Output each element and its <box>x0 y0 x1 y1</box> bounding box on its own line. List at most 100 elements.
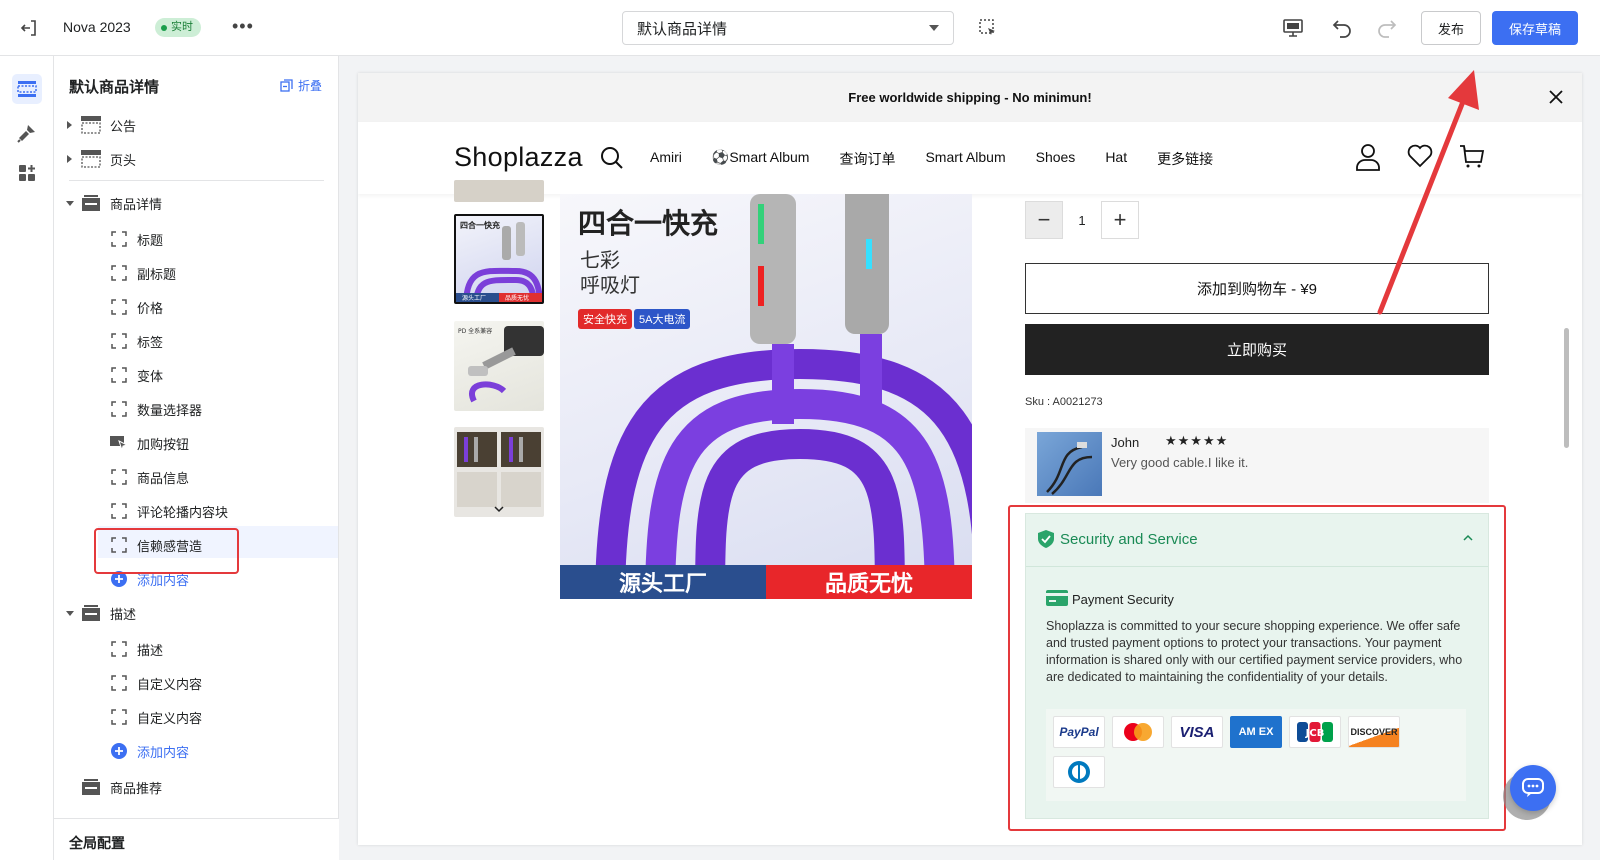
collapse-icon <box>280 79 293 92</box>
cursor-click-icon <box>109 434 129 452</box>
sidebar-divider <box>69 180 324 181</box>
top-bar: Nova 2023 实时 ••• 默认商品详情 发布 保存草稿 <box>0 0 1600 56</box>
sidebar-child-review-carousel[interactable]: 评论轮播内容块 <box>54 496 339 526</box>
live-status-badge: 实时 <box>155 18 201 37</box>
image-headline: 四合一快充 <box>578 208 719 239</box>
cable-review-photo <box>1046 442 1093 495</box>
section-icon <box>81 116 101 134</box>
undo-icon[interactable] <box>1330 16 1354 40</box>
preview-scrollbar[interactable] <box>1564 328 1569 448</box>
chevron-down-icon <box>929 25 939 31</box>
sidebar-child-add-to-cart[interactable]: 加购按钮 <box>54 428 339 458</box>
sku-label: Sku : A0021273 <box>1025 396 1103 408</box>
nav-item[interactable]: 查询订单 <box>839 149 895 169</box>
increase-quantity-button[interactable]: + <box>1101 201 1139 239</box>
review-image[interactable] <box>1037 432 1102 496</box>
collapse-button[interactable]: 折叠 <box>280 77 322 94</box>
expand-arrow-icon[interactable] <box>67 155 72 163</box>
annotation-highlight-box <box>1008 505 1506 831</box>
add-content-button[interactable]: 添加内容 <box>54 736 339 766</box>
sidebar-item-product-detail[interactable]: 商品详情 <box>54 188 339 218</box>
cart-icon[interactable] <box>1459 143 1485 169</box>
add-to-cart-button[interactable]: 添加到购物车 - ¥9 <box>1025 263 1489 314</box>
block-icon <box>109 264 129 282</box>
sidebar-item-header[interactable]: 页头 <box>54 144 339 174</box>
section-icon <box>81 150 101 168</box>
rail-theme-button[interactable] <box>12 118 42 148</box>
sidebar-child-title[interactable]: 标题 <box>54 224 339 254</box>
element-picker-icon[interactable] <box>978 18 998 38</box>
block-icon <box>109 640 129 658</box>
reviewer-name: John <box>1111 435 1140 450</box>
apps-icon <box>19 165 35 181</box>
sidebar-item-announcement[interactable]: 公告 <box>54 110 339 140</box>
block-icon <box>109 502 129 520</box>
sidebar-child-price[interactable]: 价格 <box>54 292 339 322</box>
buy-now-button[interactable]: 立即购买 <box>1025 324 1489 375</box>
nav-item[interactable]: Smart Album <box>925 149 1005 169</box>
exit-icon[interactable] <box>18 17 40 39</box>
sidebar-child-subtitle[interactable]: 副标题 <box>54 258 339 288</box>
nav-item[interactable]: ⚽Smart Album <box>712 149 810 169</box>
block-icon <box>109 230 129 248</box>
sidebar-item-recommendations[interactable]: 商品推荐 <box>54 772 339 802</box>
block-icon <box>109 332 129 350</box>
product-thumbnail-active[interactable]: 四合一快充 源头工厂 品质无忧 <box>454 214 544 304</box>
cable-thumbnail-image <box>457 432 541 513</box>
close-icon[interactable] <box>1546 87 1566 107</box>
nav-item[interactable]: Amiri <box>650 149 682 169</box>
annotation-highlight-box <box>94 528 239 574</box>
rail-sections-button[interactable] <box>12 74 42 104</box>
block-icon <box>109 298 129 316</box>
save-draft-button[interactable]: 保存草稿 <box>1492 11 1578 45</box>
announcement-bar: Free worldwide shipping - No minimun! <box>358 73 1582 122</box>
svg-text:PD 全系兼容: PD 全系兼容 <box>458 327 492 335</box>
sidebar-child-tags[interactable]: 标签 <box>54 326 339 356</box>
decrease-quantity-button[interactable]: − <box>1025 201 1063 239</box>
store-logo[interactable]: Shoplazza <box>454 142 583 173</box>
nav-item[interactable]: 更多链接 <box>1157 149 1213 169</box>
product-thumbnail[interactable] <box>454 427 544 517</box>
nav-item[interactable]: Hat <box>1105 149 1127 169</box>
search-icon[interactable] <box>599 145 625 171</box>
sidebar-child-custom-content[interactable]: 自定义内容 <box>54 702 339 732</box>
block-icon <box>109 674 129 692</box>
svg-text:源头工厂: 源头工厂 <box>462 294 486 302</box>
chat-support-button[interactable] <box>1510 765 1556 811</box>
main-product-image[interactable]: 四合一快充 七彩 呼吸灯 安全快充 5A大电流 源头工厂 品质无忧 <box>560 194 972 599</box>
publish-button[interactable]: 发布 <box>1421 11 1481 45</box>
quantity-value[interactable]: 1 <box>1063 213 1101 228</box>
image-banner: 源头工厂 品质无忧 <box>560 565 972 599</box>
sidebar-child-custom-content[interactable]: 自定义内容 <box>54 668 339 698</box>
global-settings[interactable]: 全局配置 <box>54 818 339 860</box>
sidebar-child-product-info[interactable]: 商品信息 <box>54 462 339 492</box>
more-menu-button[interactable]: ••• <box>232 16 254 37</box>
collapse-arrow-icon[interactable] <box>66 610 74 616</box>
rail-apps-button[interactable] <box>12 158 42 188</box>
block-icon <box>109 468 129 486</box>
desktop-view-icon[interactable] <box>1282 17 1304 39</box>
live-dot-icon <box>161 24 167 31</box>
user-icon[interactable] <box>1355 143 1381 171</box>
sidebar-child-description[interactable]: 描述 <box>54 634 339 664</box>
review-text: Very good cable.I like it. <box>1111 455 1249 470</box>
quantity-stepper: − 1 + <box>1025 201 1139 239</box>
product-thumbnail[interactable] <box>454 180 544 202</box>
image-subheadline: 七彩 呼吸灯 <box>580 250 640 297</box>
product-thumbnail[interactable]: PD 全系兼容 <box>454 321 544 411</box>
block-icon <box>109 400 129 418</box>
review-card: John ★★★★★ Very good cable.I like it. <box>1025 428 1489 503</box>
collapse-arrow-icon[interactable] <box>66 200 74 206</box>
nav-item[interactable]: Shoes <box>1036 149 1076 169</box>
cable-thumbnail-image: PD 全系兼容 <box>458 326 544 403</box>
heart-icon[interactable] <box>1407 144 1433 168</box>
block-icon <box>109 366 129 384</box>
sidebar-child-variant[interactable]: 变体 <box>54 360 339 390</box>
expand-arrow-icon[interactable] <box>67 121 72 129</box>
sidebar-child-quantity-selector[interactable]: 数量选择器 <box>54 394 339 424</box>
redo-icon[interactable] <box>1375 16 1399 40</box>
cable-thumbnail-image: 四合一快充 源头工厂 品质无忧 <box>456 220 542 302</box>
sidebar-item-description[interactable]: 描述 <box>54 598 339 628</box>
store-name: Nova 2023 <box>63 19 131 35</box>
template-select[interactable]: 默认商品详情 <box>622 11 954 45</box>
